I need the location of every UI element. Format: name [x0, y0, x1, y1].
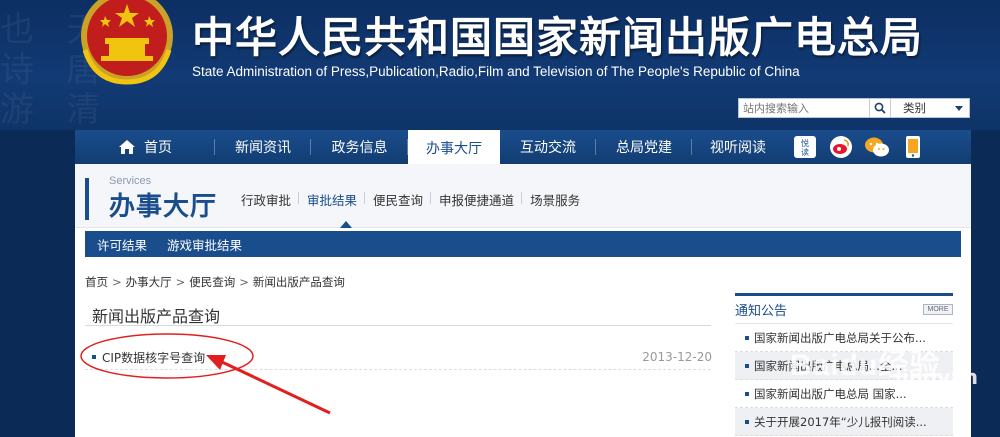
main-nav: 首页 新闻资讯 政务信息 办事大厅 互动交流 总局党建 视听阅读 悦 读: [75, 130, 971, 164]
svg-text:悦: 悦: [801, 138, 809, 148]
bullet-icon: [745, 391, 749, 396]
sidebar-header: 通知公告 MORE: [735, 296, 953, 324]
nav-home[interactable]: 首页: [75, 130, 215, 164]
sub-nav-item-scene-service[interactable]: 场景服务: [522, 190, 588, 209]
breadcrumb-home[interactable]: 首页: [85, 274, 108, 290]
divider: [85, 325, 711, 326]
bullet-icon: [745, 363, 749, 368]
weibo-icon[interactable]: [828, 134, 854, 160]
chevron-down-icon: [955, 105, 963, 111]
search-button[interactable]: [869, 99, 891, 117]
bullet-icon: [745, 419, 749, 424]
bullet-icon: [92, 355, 96, 359]
sub-nav-item-approval-results[interactable]: 审批结果: [299, 190, 366, 209]
notice-item: 关于开展2017年“少儿报刊阅读...: [735, 408, 953, 436]
nav-item-audiovisual[interactable]: 视听阅读: [692, 130, 784, 164]
breadcrumb-separator: >: [112, 275, 122, 289]
page-title: 新闻出版产品查询: [92, 307, 221, 326]
svg-text:读: 读: [801, 147, 809, 157]
site-subtitle: State Administration of Press,Publicatio…: [192, 64, 800, 79]
cip-query-link[interactable]: CIP数据核字号查询: [102, 349, 205, 366]
sidebar-title: 通知公告: [735, 304, 788, 319]
tab-game-approval-results[interactable]: 游戏审批结果: [167, 235, 242, 254]
breadcrumb: 首页 > 办事大厅 > 便民查询 > 新闻出版产品查询: [85, 274, 345, 290]
breadcrumb-services[interactable]: 办事大厅: [126, 274, 172, 290]
nav-item-party[interactable]: 总局党建: [596, 130, 692, 164]
site-header: 也 天 诗 唐 游 清 中华人民共和国国家新闻出版广电总局 State Admi…: [0, 0, 1000, 130]
nav-item-services[interactable]: 办事大厅: [408, 130, 500, 164]
breadcrumb-separator: >: [239, 275, 249, 289]
notice-link[interactable]: 国家新闻出版广电总局 国家...: [754, 386, 907, 402]
more-button[interactable]: MORE: [923, 304, 953, 315]
nav-item-label: 互动交流: [520, 140, 576, 156]
divider: [85, 369, 711, 370]
nav-item-label: 政务信息: [331, 140, 388, 156]
sub-nav-item-public-query[interactable]: 便民查询: [365, 190, 432, 209]
watermark-sub: jingyan: [895, 365, 979, 389]
search-box: 类别: [738, 98, 970, 118]
notice-link[interactable]: 关于开展2017年“少儿报刊阅读...: [754, 414, 927, 430]
wechat-icon[interactable]: [864, 134, 890, 160]
sub-nav-item-fast-channel[interactable]: 申报便捷通道: [431, 190, 523, 209]
nav-item-government[interactable]: 政务信息: [311, 130, 408, 164]
site-title: 中华人民共和国国家新闻出版广电总局: [192, 13, 924, 62]
breadcrumb-separator: >: [175, 275, 186, 289]
nav-icons: 悦 读: [792, 134, 926, 160]
item-date: 2013-12-20: [642, 350, 712, 364]
nav-item-label: 新闻资讯: [235, 140, 291, 156]
yuedu-icon[interactable]: 悦 读: [792, 134, 818, 160]
search-icon: [874, 102, 886, 114]
list-item: CIP数据核字号查询 2013-12-20: [92, 348, 712, 366]
category-select-label: 类别: [903, 101, 926, 115]
category-select[interactable]: 类别: [891, 99, 969, 117]
breadcrumb-current: 新闻出版产品查询: [252, 275, 345, 289]
nav-item-label: 视听阅读: [710, 140, 766, 156]
mobile-icon[interactable]: [900, 134, 926, 160]
bullet-icon: [745, 335, 749, 340]
section-title: 办事大厅: [109, 192, 218, 222]
main-frame: 首页 新闻资讯 政务信息 办事大厅 互动交流 总局党建 视听阅读 悦 读 Ser…: [75, 130, 971, 437]
tab-license-results[interactable]: 许可结果: [97, 235, 147, 254]
nav-item-label: 办事大厅: [426, 141, 482, 157]
active-indicator-caret: [340, 221, 352, 228]
sub-nav-item-admin-approval[interactable]: 行政审批: [233, 190, 300, 209]
home-icon: [119, 140, 135, 154]
breadcrumb-public-query[interactable]: 便民查询: [189, 274, 235, 290]
section-accent-bar: [85, 178, 89, 220]
nav-item-label: 总局党建: [616, 140, 672, 156]
section-header: Services 办事大厅 行政审批 审批结果 便民查询 申报便捷通道 场景服务: [75, 164, 971, 228]
sub-nav: 行政审批 审批结果 便民查询 申报便捷通道 场景服务: [233, 190, 588, 209]
national-emblem-icon: [75, 0, 180, 95]
nav-item-interaction[interactable]: 互动交流: [500, 130, 596, 164]
header-background-pattern-2: [480, 80, 522, 120]
nav-home-label: 首页: [144, 140, 172, 156]
search-input[interactable]: [739, 99, 869, 117]
tab-strip: 许可结果 游戏审批结果: [85, 231, 961, 257]
nav-item-news[interactable]: 新闻资讯: [215, 130, 311, 164]
